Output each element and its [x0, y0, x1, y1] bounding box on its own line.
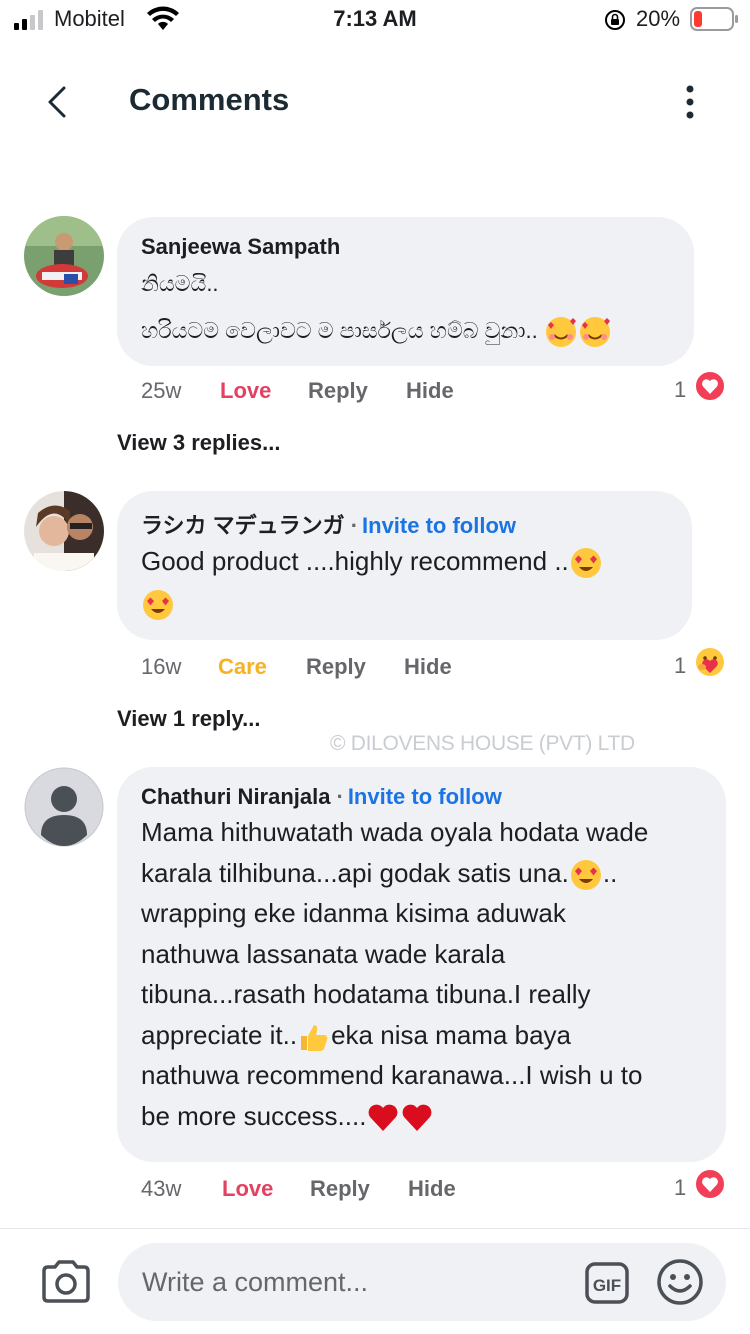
- comment-author[interactable]: Chathuri Niranjala · Invite to follow: [141, 784, 502, 810]
- reaction-love-button[interactable]: Love: [220, 378, 271, 404]
- heart-eyes-icon: [570, 548, 601, 579]
- reaction-love-button[interactable]: Love: [222, 1176, 273, 1202]
- comment-timestamp: 16w: [141, 654, 182, 679]
- red-heart-icon: [369, 1104, 398, 1131]
- comment-author-name[interactable]: Chathuri Niranjala: [141, 784, 330, 809]
- comment-author-name[interactable]: ラシカ マデュランガ: [141, 513, 345, 538]
- separator-dot: ·: [350, 513, 359, 538]
- red-heart-icon: [403, 1104, 432, 1131]
- smiling-face-with-hearts-icon: [545, 317, 576, 348]
- love-reaction-icon[interactable]: [694, 1168, 726, 1200]
- avatar[interactable]: [24, 216, 104, 296]
- comment-timestamp: 43w: [141, 1176, 182, 1201]
- reply-button[interactable]: Reply: [310, 1176, 370, 1202]
- avatar[interactable]: [24, 767, 104, 847]
- comment-input-placeholder: Write a comment...: [142, 1267, 369, 1297]
- care-reaction-icon[interactable]: [694, 646, 726, 678]
- reaction-count[interactable]: 1: [674, 377, 686, 403]
- hide-button[interactable]: Hide: [404, 654, 452, 680]
- page-title: Comments: [129, 82, 290, 117]
- comment-composer: Write a comment... GIF: [0, 1228, 750, 1334]
- emoji-icon[interactable]: [656, 1258, 704, 1306]
- back-chevron-icon[interactable]: [36, 80, 80, 124]
- love-reaction-icon[interactable]: [694, 370, 726, 402]
- gif-icon[interactable]: GIF: [584, 1261, 630, 1305]
- comment-input[interactable]: Write a comment... GIF: [118, 1243, 726, 1321]
- separator-dot: ·: [336, 784, 344, 809]
- invite-to-follow-link[interactable]: Invite to follow: [362, 513, 516, 538]
- comment-text: Mama hithuwatath wada oyala hodata wade …: [141, 812, 721, 1136]
- view-replies-link[interactable]: View 3 replies...: [117, 430, 280, 456]
- reaction-care-button[interactable]: Care: [218, 654, 267, 680]
- comment-timestamp: 25w: [141, 378, 182, 403]
- header: Comments: [0, 56, 750, 146]
- comment-text: නියමයි..: [141, 271, 219, 296]
- status-bar: Mobitel 7:13 AM 20%: [0, 0, 750, 40]
- comment-text: Good product ....highly recommend ..: [141, 540, 681, 624]
- view-replies-link[interactable]: View 1 reply...: [117, 706, 260, 732]
- invite-to-follow-link[interactable]: Invite to follow: [348, 784, 502, 809]
- reply-button[interactable]: Reply: [306, 654, 366, 680]
- hide-button[interactable]: Hide: [406, 378, 454, 404]
- comment-author[interactable]: Sanjeewa Sampath: [141, 234, 340, 260]
- svg-text:GIF: GIF: [593, 1276, 621, 1295]
- hide-button[interactable]: Hide: [408, 1176, 456, 1202]
- comment-text: හරියටම වෙලාවට ම පාර්සලය හම්බ වුනා..: [141, 311, 612, 351]
- reaction-count[interactable]: 1: [674, 653, 686, 679]
- rotation-lock-icon: [605, 10, 625, 30]
- thumbs-up-icon: [301, 1024, 328, 1051]
- comment-author[interactable]: ラシカ マデュランガ · Invite to follow: [141, 508, 516, 540]
- reply-button[interactable]: Reply: [308, 378, 368, 404]
- more-options-icon[interactable]: [670, 80, 710, 124]
- avatar[interactable]: [24, 491, 104, 571]
- smiling-face-with-hearts-icon: [579, 317, 610, 348]
- battery-percentage: 20%: [636, 6, 681, 31]
- watermark: © DILOVENS HOUSE (PVT) LTD: [330, 732, 635, 755]
- camera-icon[interactable]: [40, 1259, 92, 1305]
- reaction-count[interactable]: 1: [674, 1175, 686, 1201]
- battery-icon: [690, 7, 738, 31]
- heart-eyes-icon: [570, 859, 601, 890]
- heart-eyes-icon: [143, 590, 173, 621]
